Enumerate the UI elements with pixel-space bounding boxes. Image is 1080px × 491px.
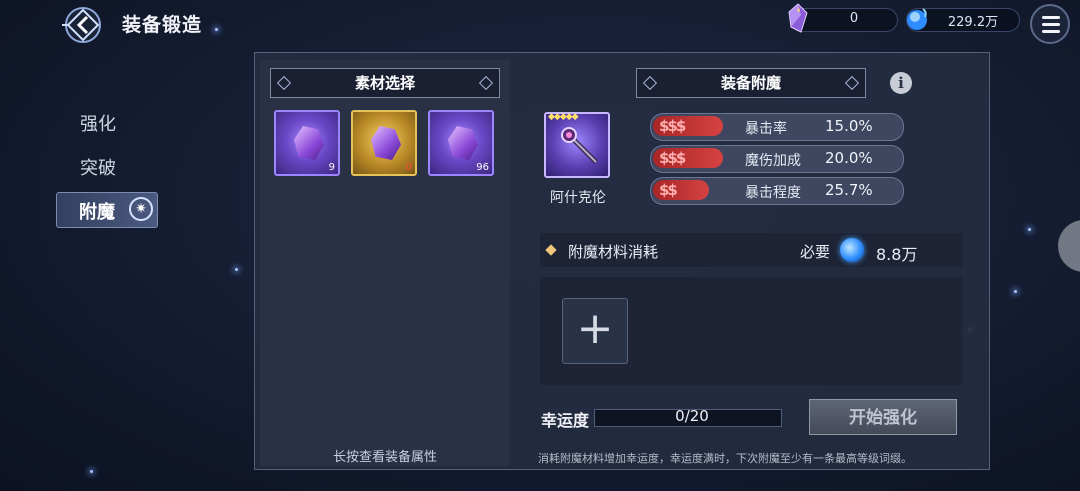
menu-button[interactable] bbox=[1030, 4, 1070, 44]
diamond-ornament-icon bbox=[276, 75, 292, 91]
bg-star bbox=[90, 470, 93, 473]
side-pull-tab[interactable] bbox=[1058, 220, 1080, 272]
crystal-value: 0 bbox=[849, 11, 859, 26]
stat-tier-tag: $$ bbox=[653, 180, 709, 200]
diamond-bullet-icon bbox=[545, 244, 557, 256]
diamond-ornament-icon bbox=[844, 75, 860, 91]
nav-item-enchant-label: 附魔 bbox=[79, 202, 115, 223]
start-enchant-button[interactable]: 开始强化 bbox=[809, 399, 957, 435]
enchant-crystal-icon bbox=[448, 126, 478, 160]
add-material-button[interactable]: + bbox=[562, 298, 628, 364]
page-title: 装备锻造 bbox=[122, 14, 203, 36]
enchant-cost-label: 附魔材料消耗 bbox=[568, 243, 659, 261]
stat-tier-tag: $$$ bbox=[653, 148, 723, 168]
stat-value: 15.0% bbox=[825, 117, 873, 135]
nav-item-enchant[interactable]: 附魔 ✷ bbox=[56, 192, 158, 228]
hold-hint: 长按查看装备属性 bbox=[332, 450, 437, 465]
bg-star bbox=[215, 28, 218, 31]
crystal-currency: 0 bbox=[788, 3, 898, 33]
nav-item-strengthen[interactable]: 强化 bbox=[80, 110, 116, 136]
sparkle-icon: ✷ bbox=[129, 197, 153, 221]
stat-value: 25.7% bbox=[825, 181, 873, 199]
gold-currency: 229.2万 bbox=[906, 8, 1020, 32]
stat-name: 暴击程度 bbox=[745, 185, 801, 201]
bg-star bbox=[1028, 228, 1031, 231]
material-slot[interactable]: 96 bbox=[428, 110, 494, 176]
nav-item-breakthrough[interactable]: 突破 bbox=[80, 154, 116, 180]
diamond-ornament-icon bbox=[478, 75, 494, 91]
stat-tier-tag: $$$ bbox=[653, 116, 723, 136]
luck-hint: 消耗附魔材料增加幸运度，幸运度满时，下次附魔至少有一条最高等级词缀。 bbox=[538, 452, 912, 465]
stat-name: 暴击率 bbox=[745, 121, 787, 137]
stat-row-crit-damage: $$ 暴击程度 25.7% bbox=[650, 177, 904, 205]
material-header: 素材选择 bbox=[270, 68, 500, 98]
bg-star bbox=[235, 268, 238, 271]
diamond-ornament-icon bbox=[642, 75, 658, 91]
rarity-stars-icon: ◆◆◆◆◆ bbox=[548, 112, 579, 122]
back-button[interactable] bbox=[60, 6, 106, 44]
back-arrow-icon bbox=[62, 7, 101, 43]
required-label: 必要 bbox=[800, 243, 831, 261]
enchant-crystal-icon bbox=[294, 126, 324, 160]
blue-orb-icon bbox=[840, 238, 864, 262]
info-icon[interactable]: i bbox=[890, 72, 912, 94]
gold-value: 229.2万 bbox=[947, 15, 999, 30]
stat-row-magic-damage: $$$ 魔伤加成 20.0% bbox=[650, 145, 904, 173]
material-slot[interactable]: 0 bbox=[351, 110, 417, 176]
enchant-title: 装备附魔 bbox=[720, 74, 781, 92]
enchant-crystal-icon bbox=[371, 126, 401, 160]
material-count: 9 bbox=[328, 162, 335, 173]
stat-value: 20.0% bbox=[825, 149, 873, 167]
material-count: 96 bbox=[476, 162, 489, 173]
luck-value: 0/20 bbox=[675, 407, 709, 425]
stat-row-crit-rate: $$$ 暴击率 15.0% bbox=[650, 113, 904, 141]
material-title: 素材选择 bbox=[354, 74, 415, 92]
material-slot[interactable]: 9 bbox=[274, 110, 340, 176]
equipment-name: 阿什克伦 bbox=[550, 190, 606, 206]
staff-weapon-icon bbox=[561, 127, 598, 164]
bg-star bbox=[1014, 290, 1017, 293]
required-value: 8.8万 bbox=[876, 245, 918, 264]
equipment-slot[interactable]: ◆◆◆◆◆ bbox=[544, 112, 610, 178]
enchant-header: 装备附魔 bbox=[636, 68, 866, 98]
crystal-icon bbox=[788, 3, 808, 33]
luck-label: 幸运度 bbox=[541, 411, 590, 430]
material-count: 0 bbox=[405, 162, 412, 173]
stat-name: 魔伤加成 bbox=[745, 153, 801, 169]
